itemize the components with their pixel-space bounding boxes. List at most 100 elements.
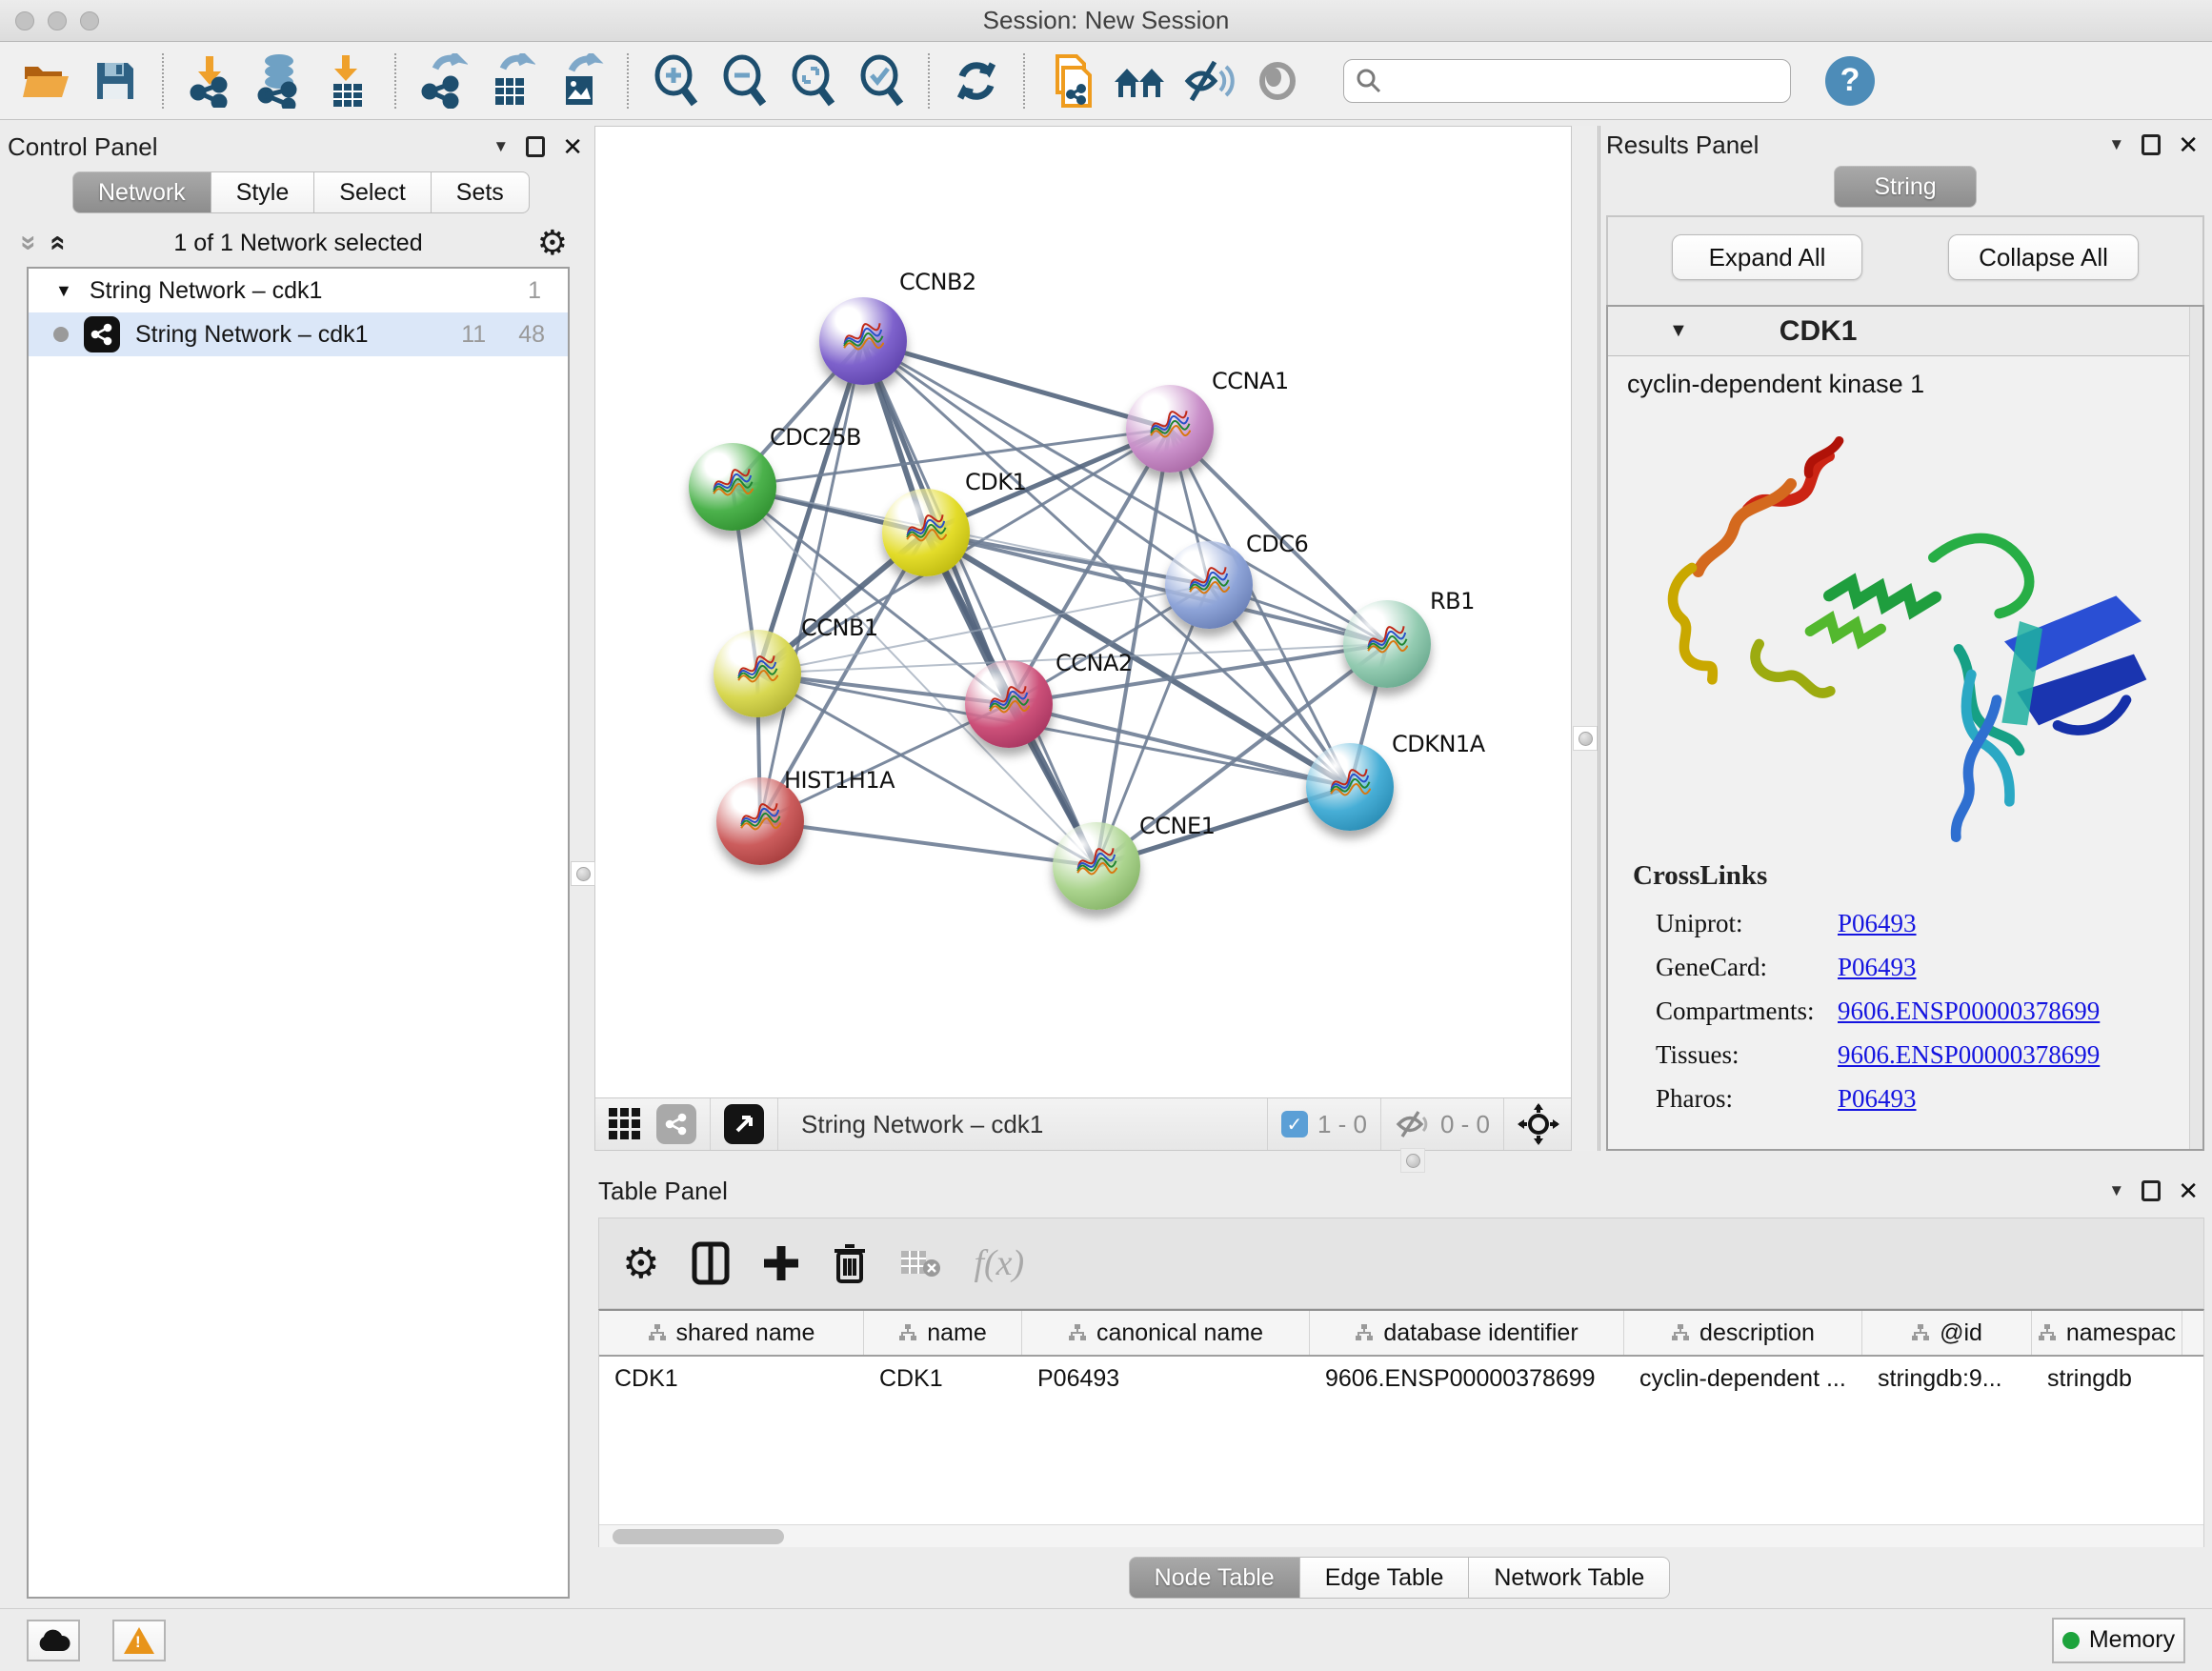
string-view-toggle-button[interactable] [656,1104,696,1144]
canvas-table-splitter[interactable] [594,1151,2204,1170]
network-node-CCNB1[interactable] [714,630,801,717]
crosslink-link[interactable]: 9606.ENSP00000378699 [1838,1033,2100,1077]
crosslinks-section: CrossLinks Uniprot:P06493GeneCard:P06493… [1608,853,2202,1149]
save-session-button[interactable] [86,51,145,111]
network-collection-row[interactable]: ▼ String Network – cdk1 1 [29,269,568,312]
scrollbar-thumb[interactable] [613,1529,784,1544]
network-node-CCNB2[interactable] [819,297,907,385]
network-edge[interactable] [863,341,1096,866]
collapse-all-button[interactable]: Collapse All [1948,234,2139,280]
network-node-CDC6[interactable] [1165,541,1253,629]
tab-style[interactable]: Style [211,171,315,213]
open-session-button[interactable] [17,51,76,111]
show-graphics-button[interactable] [1248,51,1307,111]
left-splitter-handle[interactable] [571,861,595,886]
application-window: Session: New Session [0,0,2212,1671]
column-header-shared-name[interactable]: shared name [599,1311,864,1355]
tab-sets[interactable]: Sets [432,171,530,213]
network-node-CCNA2[interactable] [965,660,1053,748]
export-network-icon [418,53,468,109]
zoom-in-button[interactable] [646,51,705,111]
tab-network-table[interactable]: Network Table [1469,1557,1670,1599]
panel-menu-icon[interactable]: ▼ [2108,1181,2124,1200]
panel-float-icon[interactable] [2142,1180,2161,1201]
export-image-button[interactable] [551,51,610,111]
global-search-box[interactable] [1343,59,1791,103]
column-header-namespac[interactable]: namespac [2032,1311,2182,1355]
grid-view-icon[interactable] [607,1106,643,1142]
column-header-canonical-name[interactable]: canonical name [1022,1311,1310,1355]
help-button[interactable]: ? [1825,56,1875,106]
collection-collapse-icon[interactable]: ▼ [55,281,72,301]
network-options-gear-icon[interactable]: ⚙ [537,223,568,263]
results-tab-string[interactable]: String [1834,166,1977,208]
import-table-file-button[interactable] [318,51,377,111]
network-node-RB1[interactable] [1343,600,1431,688]
network-edges [595,127,1569,1097]
panel-close-icon[interactable]: ✕ [562,132,583,162]
birds-eye-view-button[interactable] [724,1104,764,1144]
expand-all-button[interactable]: Expand All [1672,234,1862,280]
results-scrollbar[interactable] [2189,307,2202,1149]
column-header-description[interactable]: description [1624,1311,1862,1355]
center-view-crosshair-icon[interactable] [1518,1103,1559,1145]
column-header-name[interactable]: name [864,1311,1022,1355]
panel-float-icon[interactable] [2142,134,2161,155]
zoom-out-button[interactable] [714,51,774,111]
show-columns-icon[interactable] [692,1241,730,1285]
network-canvas[interactable]: CCNB2CCNA1CDC25BCDK1CDC6RB1CCNB1CCNA2CDK… [595,127,1571,1097]
panel-menu-icon[interactable]: ▼ [2108,135,2124,154]
panel-float-icon[interactable] [526,136,545,157]
import-network-file-button[interactable] [181,51,240,111]
panel-close-icon[interactable]: ✕ [2178,1177,2199,1206]
tab-node-table[interactable]: Node Table [1129,1557,1300,1599]
tab-network[interactable]: Network [72,171,211,213]
tab-edge-table[interactable]: Edge Table [1300,1557,1470,1599]
result-entry-header[interactable]: ▼ CDK1 [1608,307,2202,356]
export-network-button[interactable] [413,51,473,111]
table-tabs-row: Node TableEdge TableNetwork Table [594,1547,2204,1608]
refresh-button[interactable] [947,51,1006,111]
structure-thumbnail [842,322,884,360]
column-header-database-identifier[interactable]: database identifier [1310,1311,1624,1355]
zoom-selected-button[interactable] [852,51,911,111]
network-row[interactable]: String Network – cdk1 11 48 [29,312,568,356]
network-node-CCNA1[interactable] [1126,385,1214,473]
crosslink-link[interactable]: P06493 [1838,945,1917,989]
network-node-CDC25B[interactable] [689,443,776,531]
tab-select[interactable]: Select [314,171,431,213]
table-horizontal-scrollbar[interactable] [599,1524,2203,1547]
network-edge[interactable] [760,341,863,821]
column-header-@id[interactable]: @id [1862,1311,2032,1355]
canvas-results-splitter[interactable] [1572,126,1600,1151]
crosslink-link[interactable]: 9606.ENSP00000378699 [1838,989,2100,1033]
warnings-button[interactable]: ! [112,1620,166,1661]
cloud-status-button[interactable] [27,1620,80,1661]
table-row[interactable]: CDK1CDK1P064939606.ENSP00000378699cyclin… [599,1357,2203,1400]
network-edge[interactable] [760,821,1096,866]
clone-network-button[interactable] [1042,51,1101,111]
crosslink-link[interactable]: P06493 [1838,901,1917,945]
selected-checkbox-icon[interactable]: ✓ [1281,1111,1308,1137]
memory-button[interactable]: Memory [2052,1618,2185,1663]
table-cell: stringdb:9... [1862,1365,2032,1393]
network-node-CDK1[interactable] [882,489,970,576]
table-options-gear-icon[interactable]: ⚙ [622,1239,659,1288]
network-node-CCNE1[interactable] [1053,822,1140,910]
import-network-database-button[interactable] [250,51,309,111]
network-node-CDKN1A[interactable] [1306,743,1394,831]
crosslink-row: GeneCard:P06493 [1633,945,2202,989]
delete-column-trash-icon[interactable] [833,1241,867,1285]
add-column-icon[interactable] [762,1244,800,1282]
panel-close-icon[interactable]: ✕ [2178,131,2199,160]
results-buttons-row: Expand All Collapse All [1606,215,2204,305]
zoom-fit-button[interactable] [783,51,842,111]
entry-collapse-icon[interactable]: ▼ [1669,320,1688,342]
enhanced-graphics-toggle-button[interactable] [1179,51,1238,111]
string-home-button[interactable] [1111,51,1170,111]
crosslink-link[interactable]: P06493 [1838,1077,1917,1120]
export-table-button[interactable] [482,51,541,111]
search-input[interactable] [1390,63,1779,99]
panel-menu-icon[interactable]: ▼ [493,137,509,156]
splitter-handle[interactable] [1573,726,1598,751]
